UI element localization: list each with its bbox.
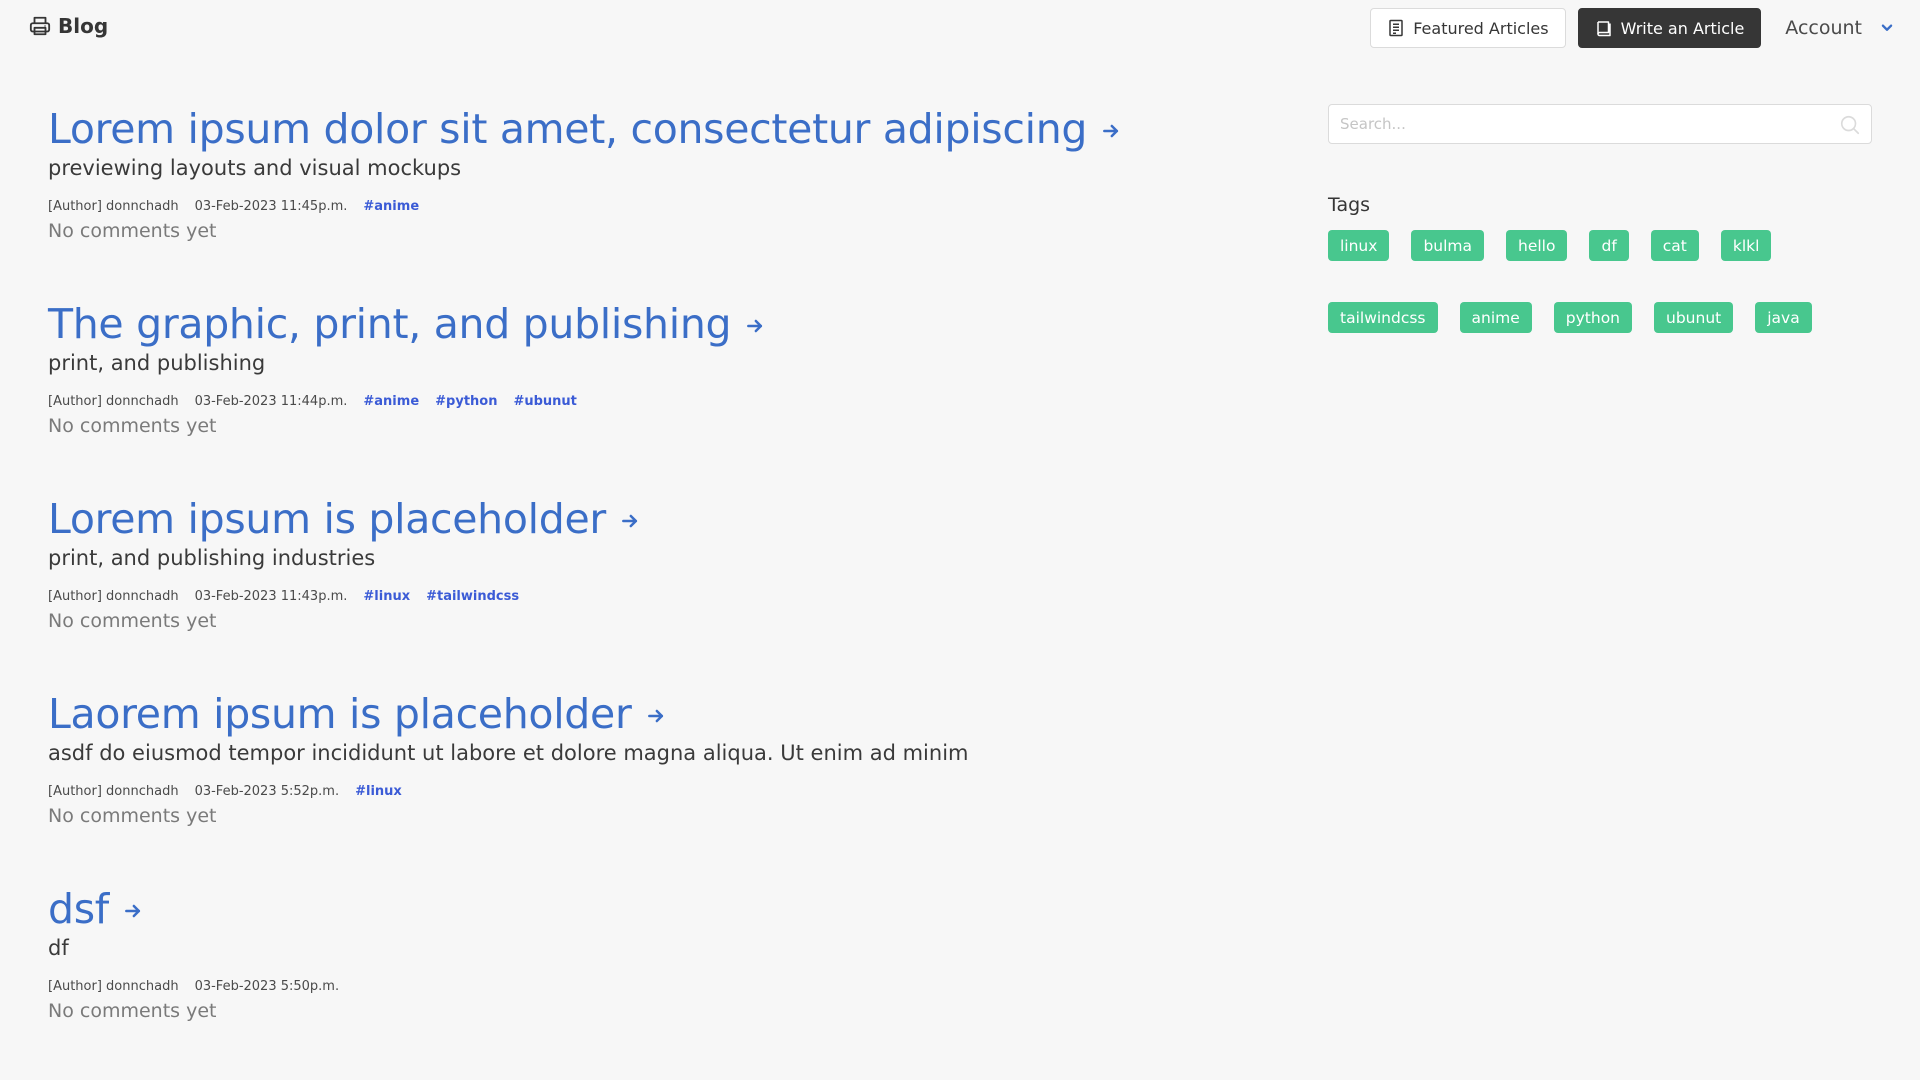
search-input[interactable] xyxy=(1329,105,1871,143)
write-article-button[interactable]: Write an Article xyxy=(1577,8,1762,48)
article-meta: [Author] donnchadh 03-Feb-2023 5:52p.m. … xyxy=(48,784,1248,799)
sidebar: Tags linux bulma hello df cat klkl tailw… xyxy=(1328,104,1872,333)
search-box xyxy=(1328,104,1872,144)
article-item: The graphic, print, and publishing print… xyxy=(48,295,1248,490)
list-document-icon xyxy=(1389,19,1403,37)
tag-anime[interactable]: anime xyxy=(1459,302,1532,333)
article-date: 03-Feb-2023 11:45p.m. xyxy=(194,199,348,214)
article-author: [Author] donnchadh xyxy=(48,589,179,604)
article-tags: #linux xyxy=(355,784,402,799)
article-subtitle: asdf do eiusmod tempor incididunt ut lab… xyxy=(48,741,969,765)
article-meta: [Author] donnchadh 03-Feb-2023 11:45p.m.… xyxy=(48,199,1248,214)
tag-java[interactable]: java xyxy=(1755,302,1812,333)
featured-articles-label: Featured Articles xyxy=(1413,18,1549,38)
article-subtitle: print, and publishing industries xyxy=(48,546,376,570)
article-date: 03-Feb-2023 5:52p.m. xyxy=(194,784,340,799)
article-tags: #anime #python #ubunut xyxy=(363,394,577,409)
article-subtitle: print, and publishing xyxy=(48,351,266,375)
article-date: 03-Feb-2023 5:50p.m. xyxy=(194,979,340,994)
article-title-link[interactable]: Lorem ipsum is placeholder xyxy=(48,490,1248,548)
arrow-right-icon xyxy=(1103,124,1119,138)
article-item: dsf df [Author] donnchadh 03-Feb-2023 5:… xyxy=(48,880,1248,1075)
article-author: [Author] donnchadh xyxy=(48,979,179,994)
article-comments: No comments yet xyxy=(48,1000,217,1022)
article-item: Laorem ipsum is placeholder asdf do eius… xyxy=(48,685,1248,880)
article-tag-link[interactable]: #tailwindcss xyxy=(426,589,519,604)
article-tag-link[interactable]: #anime xyxy=(363,199,419,214)
tag-hello[interactable]: hello xyxy=(1506,230,1568,261)
arrow-right-icon xyxy=(747,319,763,333)
article-comments: No comments yet xyxy=(48,610,217,632)
tag-df[interactable]: df xyxy=(1589,230,1629,261)
arrow-right-icon xyxy=(622,514,638,528)
article-meta: [Author] donnchadh 03-Feb-2023 5:50p.m. xyxy=(48,979,1248,994)
article-tag-link[interactable]: #linux xyxy=(355,784,402,799)
article-author: [Author] donnchadh xyxy=(48,199,179,214)
tag-python[interactable]: python xyxy=(1553,302,1633,333)
article-tag-link[interactable]: #anime xyxy=(363,394,419,409)
write-article-label: Write an Article xyxy=(1620,18,1745,38)
article-title: Lorem ipsum dolor sit amet, consectetur … xyxy=(48,105,1088,153)
nav-actions: Featured Articles Write an Article Accou… xyxy=(1370,8,1894,48)
article-meta: [Author] donnchadh 03-Feb-2023 11:43p.m.… xyxy=(48,589,1248,604)
tag-linux[interactable]: linux xyxy=(1328,230,1390,261)
article-subtitle: df xyxy=(48,936,69,960)
article-title-link[interactable]: Laorem ipsum is placeholder xyxy=(48,685,1248,743)
tag-row: linux bulma hello df cat klkl xyxy=(1328,230,1872,261)
brand-label: Blog xyxy=(58,14,109,38)
brand-link[interactable]: Blog xyxy=(29,14,108,38)
article-comments: No comments yet xyxy=(48,220,217,242)
article-title-link[interactable]: The graphic, print, and publishing xyxy=(48,295,1248,353)
tags-heading: Tags xyxy=(1328,194,1371,216)
arrow-right-icon xyxy=(647,709,663,723)
chevron-down-icon xyxy=(1881,24,1893,31)
article-title: Lorem ipsum is placeholder xyxy=(48,495,606,543)
tag-cat[interactable]: cat xyxy=(1650,230,1699,261)
article-comments: No comments yet xyxy=(48,415,217,437)
article-tags: #anime xyxy=(363,199,419,214)
tag-bulma[interactable]: bulma xyxy=(1411,230,1485,261)
search-icon xyxy=(1840,115,1860,135)
article-author: [Author] donnchadh xyxy=(48,394,179,409)
article-tag-link[interactable]: #linux xyxy=(363,589,410,604)
article-tag-link[interactable]: #ubunut xyxy=(513,394,576,409)
article-title: dsf xyxy=(48,885,109,933)
article-author: [Author] donnchadh xyxy=(48,784,179,799)
tag-ubunut[interactable]: ubunut xyxy=(1654,302,1734,333)
featured-articles-button[interactable]: Featured Articles xyxy=(1370,8,1566,48)
article-subtitle: previewing layouts and visual mockups xyxy=(48,156,462,180)
article-comments: No comments yet xyxy=(48,805,217,827)
tag-tailwindcss[interactable]: tailwindcss xyxy=(1328,302,1438,333)
tag-klkl[interactable]: klkl xyxy=(1720,230,1772,261)
article-tags: #linux #tailwindcss xyxy=(363,589,519,604)
article-meta: [Author] donnchadh 03-Feb-2023 11:44p.m.… xyxy=(48,394,1248,409)
arrow-right-icon xyxy=(125,904,141,918)
account-label: Account xyxy=(1785,17,1862,39)
article-title: Laorem ipsum is placeholder xyxy=(48,690,632,738)
tag-row: tailwindcss anime python ubunut java xyxy=(1328,302,1872,333)
article-title-link[interactable]: Lorem ipsum dolor sit amet, consectetur … xyxy=(48,100,1248,158)
article-tag-link[interactable]: #python xyxy=(435,394,497,409)
book-icon xyxy=(1596,21,1611,37)
account-dropdown[interactable]: Account xyxy=(1785,17,1894,39)
article-date: 03-Feb-2023 11:43p.m. xyxy=(194,589,348,604)
article-list: Lorem ipsum dolor sit amet, consectetur … xyxy=(48,100,1248,1075)
navbar: Blog Featured Articles Write an Article … xyxy=(0,0,1920,56)
article-item: Lorem ipsum is placeholder print, and pu… xyxy=(48,490,1248,685)
article-item: Lorem ipsum dolor sit amet, consectetur … xyxy=(48,100,1248,295)
article-title: The graphic, print, and publishing xyxy=(48,300,732,348)
article-date: 03-Feb-2023 11:44p.m. xyxy=(194,394,348,409)
printer-icon xyxy=(29,16,51,36)
article-title-link[interactable]: dsf xyxy=(48,880,1248,938)
